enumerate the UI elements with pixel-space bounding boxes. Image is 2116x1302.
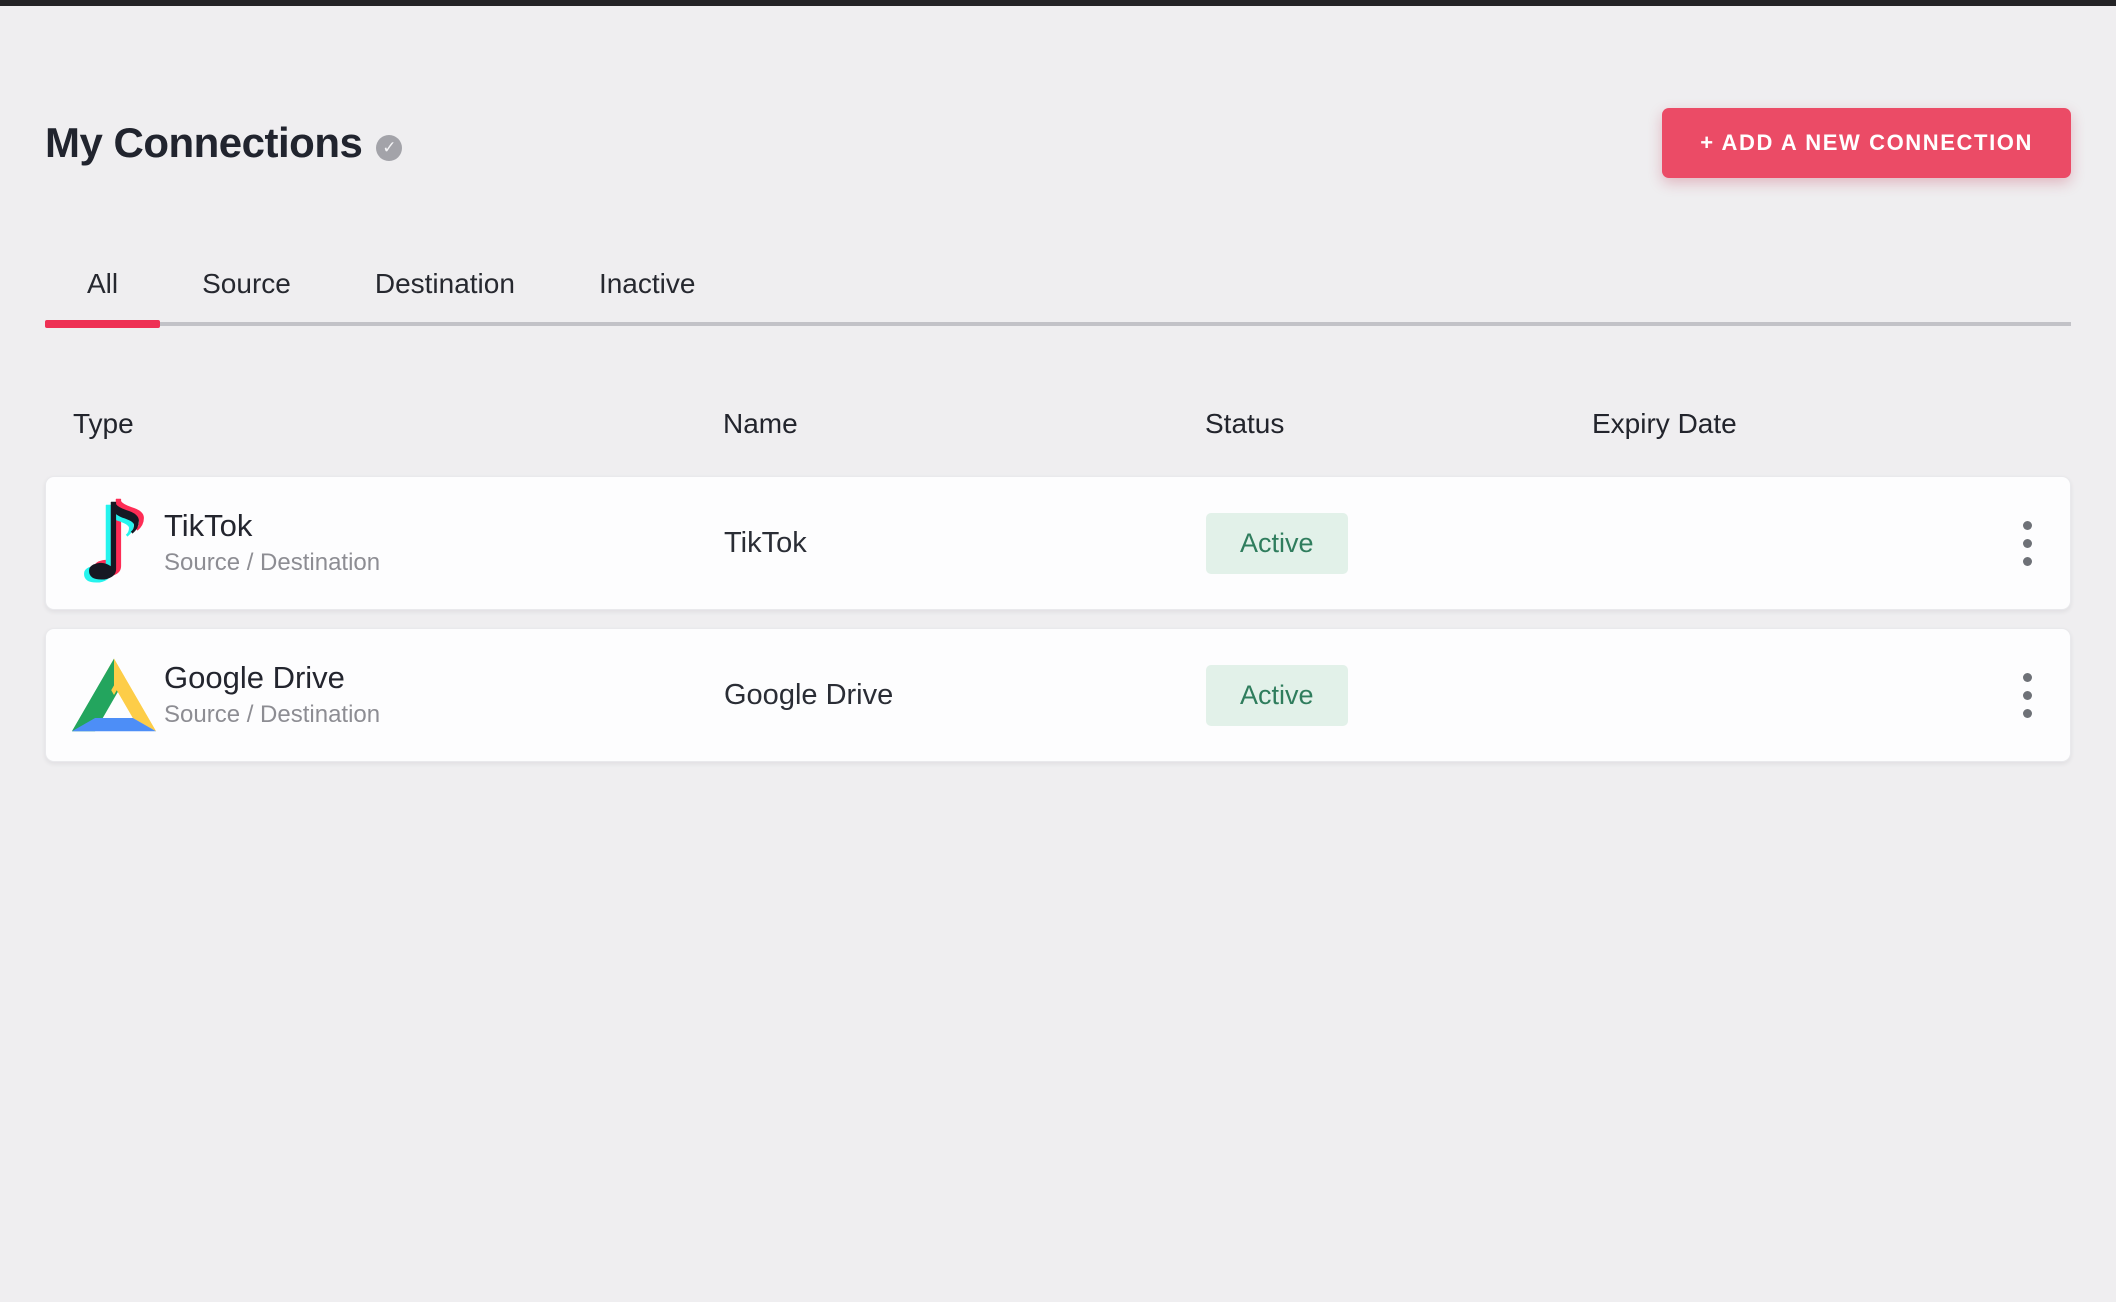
connections-list: ♪ TikTok Source / Destination TikTok Act… — [45, 476, 2071, 762]
page-header: My Connections ✓ + ADD A NEW CONNECTION — [45, 108, 2071, 178]
connection-name: TikTok — [724, 527, 1206, 560]
column-header-expiry-date: Expiry Date — [1592, 408, 2071, 440]
connection-type-subtitle: Source / Destination — [164, 547, 380, 579]
tab-destination[interactable]: Destination — [333, 268, 557, 322]
status-badge: Active — [1206, 665, 1348, 726]
type-cell: Google Drive Source / Destination — [46, 645, 724, 745]
kebab-menu-icon[interactable] — [2013, 511, 2070, 576]
table-header: Type Name Status Expiry Date — [45, 408, 2071, 440]
kebab-dot — [2023, 709, 2032, 718]
connection-type-title: TikTok — [164, 507, 380, 545]
tab-inactive[interactable]: Inactive — [557, 268, 738, 322]
status-cell: Active — [1206, 665, 1593, 726]
kebab-dot — [2023, 539, 2032, 548]
top-bar — [0, 0, 2116, 6]
type-cell: ♪ TikTok Source / Destination — [46, 493, 724, 593]
tiktok-icon: ♪ — [72, 493, 156, 593]
column-header-status: Status — [1205, 408, 1592, 440]
status-badge: Active — [1206, 513, 1348, 574]
page-title: My Connections — [45, 119, 362, 167]
google-drive-icon — [72, 645, 156, 745]
table-row: ♪ TikTok Source / Destination TikTok Act… — [45, 476, 2071, 610]
status-cell: Active — [1206, 513, 1593, 574]
kebab-dot — [2023, 673, 2032, 682]
column-header-name: Name — [723, 408, 1205, 440]
expiry-cell — [1593, 477, 2070, 609]
filter-tabs: All Source Destination Inactive — [45, 268, 2071, 326]
kebab-dot — [2023, 521, 2032, 530]
kebab-dot — [2023, 557, 2032, 566]
tab-source[interactable]: Source — [160, 268, 333, 322]
check-circle-icon: ✓ — [376, 135, 402, 161]
add-connection-button[interactable]: + ADD A NEW CONNECTION — [1662, 108, 2071, 178]
connection-type-subtitle: Source / Destination — [164, 699, 380, 731]
kebab-menu-icon[interactable] — [2013, 663, 2070, 728]
tab-all[interactable]: All — [45, 268, 160, 322]
column-header-type: Type — [45, 408, 723, 440]
table-row: Google Drive Source / Destination Google… — [45, 628, 2071, 762]
connection-name: Google Drive — [724, 679, 1206, 712]
connections-page: My Connections ✓ + ADD A NEW CONNECTION … — [0, 0, 2116, 1302]
expiry-cell — [1593, 629, 2070, 761]
kebab-dot — [2023, 691, 2032, 700]
connection-type-title: Google Drive — [164, 659, 380, 697]
